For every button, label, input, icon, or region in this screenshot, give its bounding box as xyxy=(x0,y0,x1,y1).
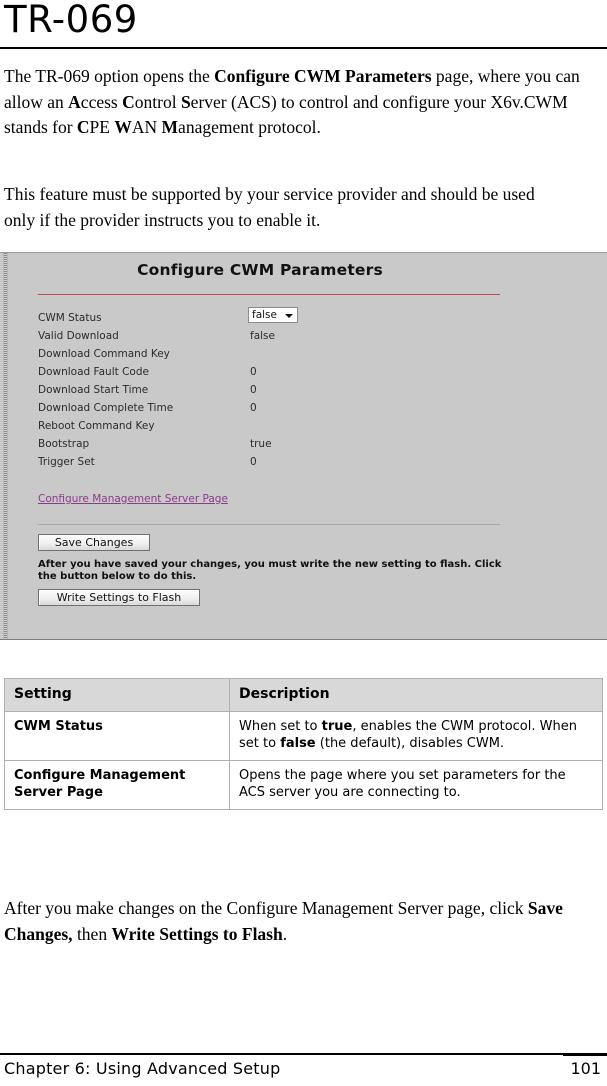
parameter-label: Trigger Set xyxy=(38,456,95,468)
setting-description-cell: Opens the page where you set parameters … xyxy=(229,759,603,810)
page-title: TR-069 xyxy=(4,0,138,41)
parameter-row: Bootstrap true xyxy=(38,436,508,454)
footer-page-number: 101 xyxy=(570,1059,601,1078)
intro-paragraph: The TR-069 option opens the Configure CW… xyxy=(4,66,580,137)
support-note-paragraph: This feature must be supported by your s… xyxy=(4,184,535,230)
column-header-setting: Setting xyxy=(4,678,230,712)
parameter-label: Reboot Command Key xyxy=(38,420,155,432)
flash-instruction-text: After you have saved your changes, you m… xyxy=(38,559,502,582)
parameter-value: 0 xyxy=(250,456,257,468)
footer-divider xyxy=(0,1053,607,1055)
configure-management-server-page-link[interactable]: Configure Management Server Page xyxy=(38,493,228,505)
parameter-value: 0 xyxy=(250,366,257,378)
parameter-label: Download Start Time xyxy=(38,384,149,396)
setting-name-cell: CWM Status xyxy=(4,710,230,761)
parameter-value: 0 xyxy=(250,402,257,414)
title-divider xyxy=(0,47,607,49)
parameter-value: false xyxy=(250,330,275,342)
parameter-row: CWM Status false xyxy=(38,307,508,328)
parameter-label: Download Complete Time xyxy=(38,402,174,414)
parameter-row: Download Fault Code 0 xyxy=(38,364,508,382)
setting-description-cell: When set to true, enables the CWM protoc… xyxy=(229,710,603,761)
column-header-description: Description xyxy=(229,678,603,712)
closing-paragraph: After you make changes on the Configure … xyxy=(4,898,563,944)
parameter-row: Download Command Key xyxy=(38,346,508,364)
parameter-value: true xyxy=(250,438,272,450)
footer-chapter-label: Chapter 6: Using Advanced Setup xyxy=(4,1059,281,1078)
screenshot-accent-divider xyxy=(38,294,500,295)
parameter-label: Download Fault Code xyxy=(38,366,149,378)
chevron-down-icon xyxy=(285,314,293,318)
settings-description-table: Setting Description CWM Status When set t… xyxy=(4,678,603,810)
cwm-parameters-field-list: CWM Status false Valid Download false Downlo… xyxy=(38,307,508,472)
parameter-row: Trigger Set 0 xyxy=(38,454,508,472)
cwm-status-select[interactable]: false xyxy=(248,307,298,323)
parameter-value: 0 xyxy=(250,384,257,396)
scrollbar[interactable] xyxy=(3,253,8,639)
configure-cwm-parameters-screenshot: Configure CWM Parameters CWM Status false… xyxy=(0,252,607,640)
parameter-row: Valid Download false xyxy=(38,328,508,346)
parameter-label: Valid Download xyxy=(38,330,119,342)
parameter-row: Download Start Time 0 xyxy=(38,382,508,400)
parameter-row: Reboot Command Key xyxy=(38,418,508,436)
setting-name-cell: Configure Management Server Page xyxy=(4,759,230,810)
table-row: CWM Status When set to true, enables the … xyxy=(4,710,603,761)
footer-divider-accent xyxy=(563,1053,607,1056)
parameter-label: Download Command Key xyxy=(38,348,170,360)
write-settings-to-flash-button[interactable]: Write Settings to Flash xyxy=(38,589,200,606)
parameter-row: Download Complete Time 0 xyxy=(38,400,508,418)
save-changes-button[interactable]: Save Changes xyxy=(38,534,150,551)
parameter-label: CWM Status xyxy=(38,312,102,324)
screenshot-heading: Configure CWM Parameters xyxy=(137,261,383,279)
table-row: Configure Management Server Page Opens th… xyxy=(4,759,603,810)
table-header-row: Setting Description xyxy=(4,678,603,712)
parameter-label: Bootstrap xyxy=(38,438,90,450)
screenshot-divider xyxy=(38,524,500,525)
